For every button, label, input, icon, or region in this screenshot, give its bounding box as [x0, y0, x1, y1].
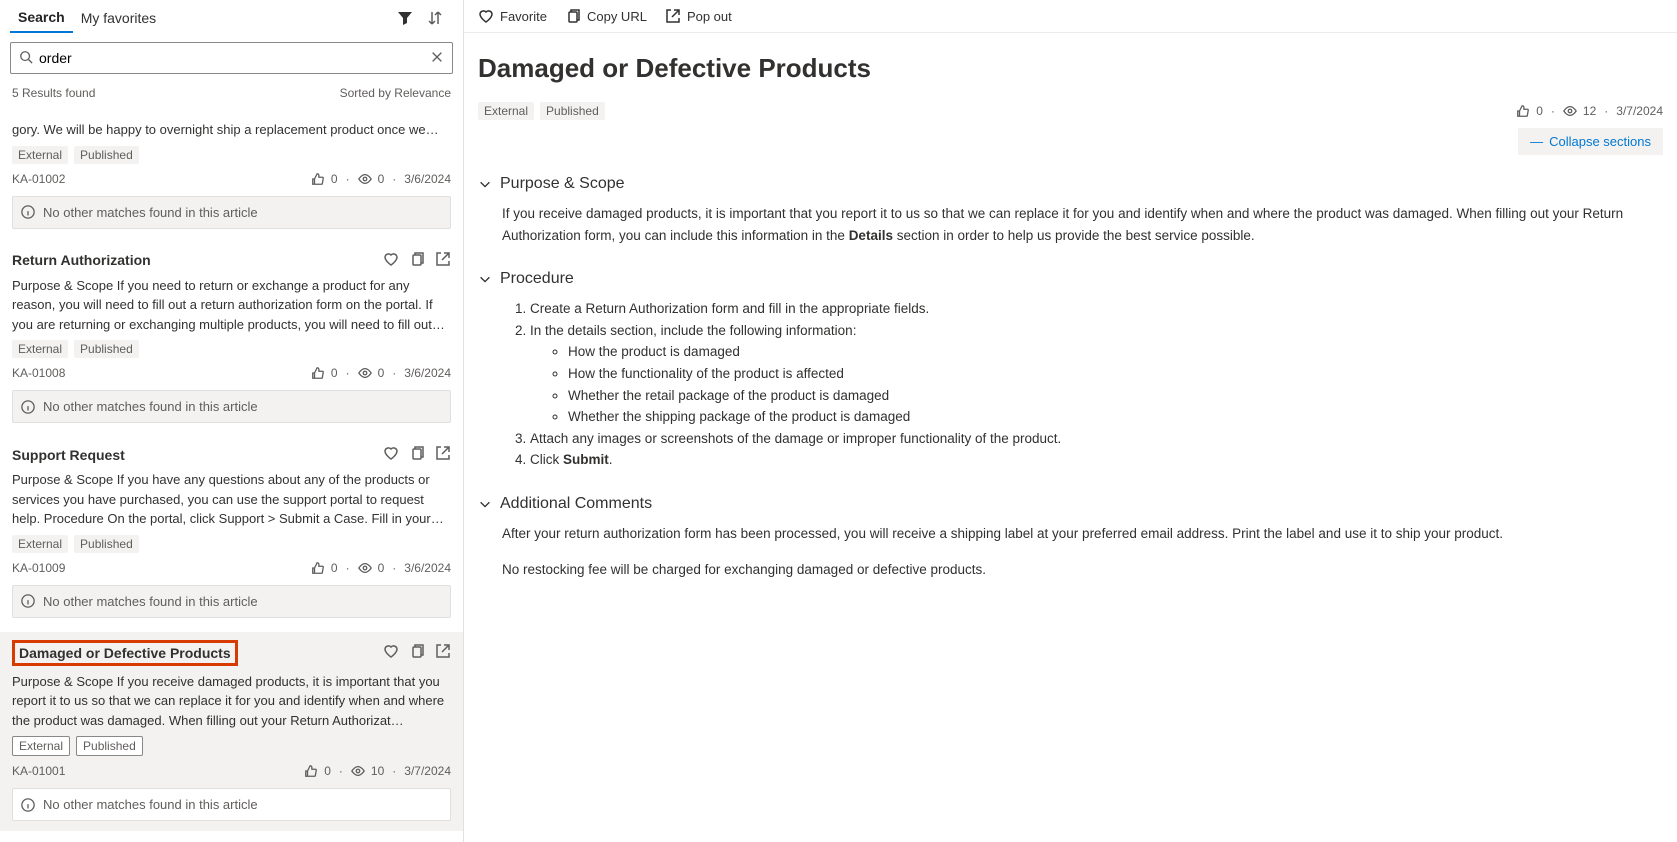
info-icon	[21, 400, 35, 414]
section-procedure: Procedure Create a Return Authorization …	[478, 270, 1663, 471]
result-excerpt: Purpose & Scope If you need to return or…	[12, 276, 451, 335]
tag: External	[12, 146, 68, 164]
views-icon	[351, 764, 365, 778]
tag: Published	[74, 535, 139, 553]
tag: Published	[76, 736, 143, 756]
procedure-bullet: How the functionality of the product is …	[568, 363, 1663, 385]
tab-favorites[interactable]: My favorites	[73, 4, 164, 32]
filter-icon[interactable]	[397, 10, 413, 26]
article-panel: Favorite Copy URL Pop out Damaged or Def…	[464, 0, 1677, 842]
tabs: Search My favorites	[0, 0, 463, 36]
article-title: Damaged or Defective Products	[478, 53, 1663, 84]
like-icon	[304, 764, 318, 778]
result-id: KA-01008	[12, 366, 65, 380]
clear-icon[interactable]	[430, 50, 444, 67]
results-meta: 5 Results found Sorted by Relevance	[0, 80, 463, 106]
copy-icon[interactable]	[409, 251, 425, 270]
copy-url-button[interactable]: Copy URL	[565, 8, 647, 24]
search-icon	[19, 50, 33, 67]
like-icon	[311, 561, 325, 575]
tag: External	[12, 340, 68, 358]
like-icon	[1516, 104, 1530, 118]
article-body: Damaged or Defective Products External P…	[464, 33, 1677, 624]
like-icon	[311, 172, 325, 186]
results-count: 5 Results found	[12, 86, 95, 100]
sort-icon[interactable]	[427, 10, 443, 26]
result-card[interactable]: Return Authorization Purpose & Scope If …	[0, 243, 463, 438]
no-match-notice: No other matches found in this article	[12, 585, 451, 618]
result-id: KA-01001	[12, 764, 65, 778]
results-sort[interactable]: Sorted by Relevance	[340, 86, 451, 100]
tag: Published	[540, 102, 605, 120]
chevron-down-icon	[478, 497, 492, 511]
result-card[interactable]: Damaged or Defective Products Purpose & …	[0, 632, 463, 836]
result-card[interactable]: gory. We will be happy to overnight ship…	[0, 106, 463, 243]
section-purpose: Purpose & Scope If you receive damaged p…	[478, 175, 1663, 246]
result-card[interactable]: Support Request Purpose & Scope If you h…	[0, 437, 463, 632]
results-list: gory. We will be happy to overnight ship…	[0, 106, 463, 842]
no-match-notice: No other matches found in this article	[12, 196, 451, 229]
info-icon	[21, 205, 35, 219]
result-title: Support Request	[12, 447, 125, 463]
like-icon	[311, 366, 325, 380]
result-excerpt: Purpose & Scope If you receive damaged p…	[12, 672, 451, 731]
favorite-button[interactable]: Favorite	[478, 8, 547, 24]
tag: Published	[74, 146, 139, 164]
section-toggle[interactable]: Procedure	[478, 270, 1663, 288]
procedure-bullet: Whether the retail package of the produc…	[568, 385, 1663, 407]
search-panel: Search My favorites 5 Results found Sort…	[0, 0, 464, 842]
popout-icon[interactable]	[435, 251, 451, 270]
heart-icon[interactable]	[383, 445, 399, 464]
info-icon	[21, 798, 35, 812]
result-title: Damaged or Defective Products	[12, 640, 238, 666]
procedure-bullet: Whether the shipping package of the prod…	[568, 406, 1663, 428]
popout-icon[interactable]	[435, 445, 451, 464]
pop-out-button[interactable]: Pop out	[665, 8, 732, 24]
tag: External	[12, 535, 68, 553]
section-additional: Additional Comments After your return au…	[478, 495, 1663, 580]
chevron-down-icon	[478, 272, 492, 286]
views-icon	[358, 172, 372, 186]
chevron-down-icon	[478, 177, 492, 191]
collapse-sections-button[interactable]: — Collapse sections	[1518, 128, 1663, 155]
article-top-actions: Favorite Copy URL Pop out	[464, 0, 1677, 33]
heart-icon[interactable]	[383, 251, 399, 270]
popout-icon[interactable]	[435, 643, 451, 662]
result-excerpt: Purpose & Scope If you have any question…	[12, 470, 451, 529]
article-stats: 0 · 12 · 3/7/2024	[1516, 104, 1663, 118]
result-excerpt: gory. We will be happy to overnight ship…	[12, 120, 451, 140]
search-input[interactable]	[39, 50, 430, 66]
result-id: KA-01009	[12, 561, 65, 575]
heart-icon[interactable]	[383, 643, 399, 662]
search-box[interactable]	[10, 42, 453, 74]
no-match-notice: No other matches found in this article	[12, 390, 451, 423]
views-icon	[358, 366, 372, 380]
no-match-notice: No other matches found in this article	[12, 788, 451, 821]
result-title: Return Authorization	[12, 252, 151, 268]
tag: Published	[74, 340, 139, 358]
views-icon	[1563, 104, 1577, 118]
section-toggle[interactable]: Additional Comments	[478, 495, 1663, 513]
tag: External	[478, 102, 534, 120]
tab-search[interactable]: Search	[10, 3, 73, 33]
tag: External	[12, 736, 70, 756]
article-tags: External Published	[478, 102, 605, 120]
section-toggle[interactable]: Purpose & Scope	[478, 175, 1663, 193]
copy-icon[interactable]	[409, 445, 425, 464]
views-icon	[358, 561, 372, 575]
result-id: KA-01002	[12, 172, 65, 186]
copy-icon[interactable]	[409, 643, 425, 662]
procedure-bullet: How the product is damaged	[568, 341, 1663, 363]
info-icon	[21, 594, 35, 608]
